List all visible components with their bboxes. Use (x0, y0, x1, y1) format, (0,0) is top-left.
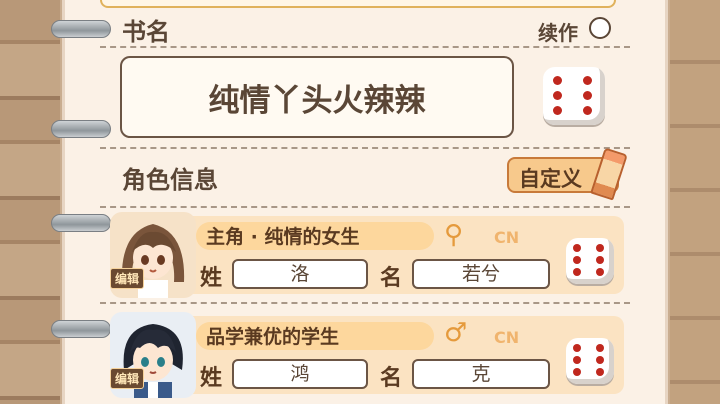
sequel-radio[interactable] (589, 17, 611, 39)
divider (100, 46, 630, 48)
bookshelf-left (0, 0, 70, 404)
binder-ring (51, 20, 111, 38)
language-tag: CN (494, 228, 520, 247)
divider (100, 302, 630, 304)
avatar[interactable]: 编辑 (110, 312, 196, 398)
given-name-field[interactable]: 克 (412, 359, 550, 389)
surname-field[interactable]: 洛 (232, 259, 368, 289)
male-icon: ♂ (444, 318, 468, 348)
binder-ring (51, 214, 111, 232)
random-title-dice-icon[interactable] (543, 67, 605, 125)
top-panel-edge (100, 0, 616, 8)
surname-field[interactable]: 鸿 (232, 359, 368, 389)
edit-tag[interactable]: 编辑 (110, 368, 145, 389)
surname-label: 姓 (200, 266, 223, 291)
character-card: 品学兼优的学生 ♂ CN 编辑 姓 鸿 名 克 (110, 312, 624, 398)
role-info-label: 角色信息 (122, 166, 218, 194)
divider (100, 147, 630, 149)
language-tag: CN (494, 328, 520, 347)
character-title: 主角 · 纯情的女生 (206, 226, 360, 248)
divider (100, 206, 630, 208)
binder-ring (51, 120, 111, 138)
character-card: 主角 · 纯情的女生 ⚲ CN 编辑 姓 洛 名 若兮 (110, 212, 624, 298)
avatar[interactable]: 编辑 (110, 212, 196, 298)
female-icon: ⚲ (444, 220, 464, 250)
given-name-label: 名 (380, 266, 403, 291)
book-name-label: 书名 (122, 18, 170, 46)
sequel-label: 续作 (538, 21, 578, 45)
random-name-dice-icon[interactable] (566, 238, 614, 284)
edit-tag[interactable]: 编辑 (110, 268, 145, 289)
given-name-field[interactable]: 若兮 (412, 259, 550, 289)
surname-label: 姓 (200, 366, 223, 391)
given-name-label: 名 (380, 366, 403, 391)
book-title-field[interactable]: 纯情丫头火辣辣 (120, 56, 514, 138)
random-name-dice-icon[interactable] (566, 338, 614, 384)
character-title: 品学兼优的学生 (206, 326, 340, 348)
binder-ring (51, 320, 111, 338)
